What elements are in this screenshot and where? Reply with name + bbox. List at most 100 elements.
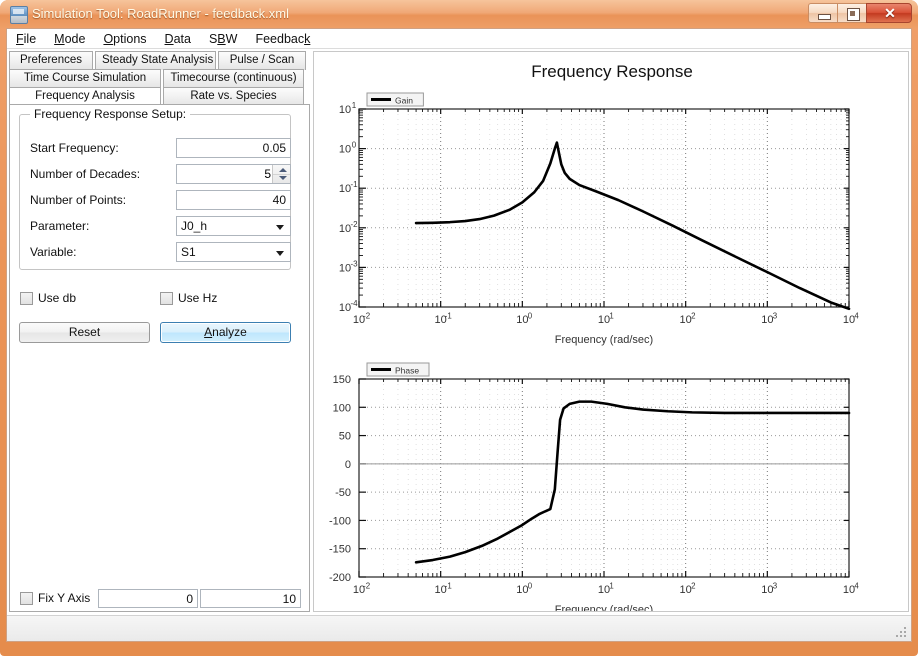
- svg-text:Phase: Phase: [395, 366, 419, 376]
- minimize-icon: [818, 14, 831, 20]
- tab-time-course-simulation[interactable]: Time Course Simulation: [9, 69, 161, 88]
- number-of-points-label: Number of Points:: [30, 193, 127, 207]
- svg-text:10: 10: [516, 584, 528, 596]
- close-button[interactable]: ✕: [866, 3, 912, 23]
- number-of-decades-stepper[interactable]: 5: [176, 164, 291, 184]
- frequency-response-setup-group: Frequency Response Setup: Start Frequenc…: [19, 107, 291, 270]
- fix-y-axis-checkbox[interactable]: [20, 592, 33, 605]
- parameter-label: Parameter:: [30, 219, 90, 233]
- svg-text:-2: -2: [350, 220, 358, 229]
- svg-text:10: 10: [516, 314, 528, 326]
- svg-text:Frequency (rad/sec): Frequency (rad/sec): [555, 604, 653, 611]
- svg-text:1: 1: [609, 311, 614, 320]
- svg-text:10: 10: [680, 584, 692, 596]
- svg-text:10: 10: [843, 314, 855, 326]
- svg-text:0: 0: [345, 459, 351, 471]
- svg-text:10: 10: [843, 584, 855, 596]
- svg-text:10: 10: [339, 223, 351, 235]
- minimize-button[interactable]: [808, 3, 837, 23]
- field-number-of-points: Number of Points: 40: [30, 190, 291, 212]
- reset-button[interactable]: Reset: [19, 322, 150, 343]
- svg-text:-4: -4: [350, 299, 358, 308]
- field-parameter: Parameter: J0_h: [30, 216, 291, 238]
- tab-strip: Preferences Steady State Analysis Pulse …: [9, 51, 310, 106]
- svg-text:3: 3: [773, 581, 778, 590]
- tab-timecourse-continuous[interactable]: Timecourse (continuous): [163, 69, 304, 88]
- menu-item-sbw[interactable]: SBW: [200, 30, 247, 48]
- parameter-value: J0_h: [181, 219, 208, 233]
- client-area: File Mode Options Data SBW Feedback Pref…: [6, 28, 912, 642]
- svg-text:Gain: Gain: [395, 96, 413, 106]
- svg-text:4: 4: [854, 311, 859, 320]
- start-frequency-input[interactable]: 0.05: [176, 138, 291, 158]
- svg-text:-100: -100: [329, 515, 351, 527]
- svg-text:-1: -1: [350, 180, 358, 189]
- chart-title: Frequency Response: [531, 62, 693, 81]
- svg-text:10: 10: [339, 302, 351, 314]
- close-icon: ✕: [884, 5, 896, 21]
- svg-text:0: 0: [528, 311, 533, 320]
- number-of-decades-value: 5: [264, 167, 271, 181]
- menu-item-feedback[interactable]: Feedback: [246, 30, 319, 48]
- svg-text:4: 4: [854, 581, 859, 590]
- menu-item-data[interactable]: Data: [156, 30, 200, 48]
- number-of-points-input[interactable]: 40: [176, 190, 291, 210]
- svg-text:10: 10: [339, 183, 351, 195]
- svg-text:10: 10: [339, 262, 351, 274]
- chart-panel: Frequency Response 10 -2 10 -1 10 0 10 1 10 2 10 3 1…: [313, 51, 909, 612]
- svg-text:150: 150: [333, 374, 351, 386]
- status-bar: [7, 615, 911, 641]
- svg-text:10: 10: [680, 314, 692, 326]
- use-db-checkbox[interactable]: [20, 292, 33, 305]
- svg-text:100: 100: [333, 402, 351, 414]
- menu-item-file[interactable]: File: [7, 30, 45, 48]
- svg-text:10: 10: [598, 584, 610, 596]
- application-window: Simulation Tool: RoadRunner - feedback.x…: [0, 0, 918, 656]
- left-panel: Preferences Steady State Analysis Pulse …: [9, 51, 310, 612]
- maximize-button[interactable]: [837, 3, 866, 23]
- tab-preferences[interactable]: Preferences: [9, 51, 93, 70]
- svg-text:-1: -1: [445, 311, 453, 320]
- svg-text:50: 50: [339, 431, 351, 443]
- svg-text:-3: -3: [350, 259, 358, 268]
- stepper-buttons[interactable]: [272, 165, 290, 183]
- svg-text:2: 2: [691, 311, 695, 320]
- variable-select[interactable]: S1: [176, 242, 291, 262]
- svg-text:10: 10: [761, 584, 773, 596]
- stepper-down-icon[interactable]: [273, 174, 290, 183]
- svg-text:0: 0: [352, 141, 357, 150]
- group-title: Frequency Response Setup:: [30, 107, 191, 121]
- menu-bar: File Mode Options Data SBW Feedback: [7, 29, 911, 49]
- maximize-icon: [847, 8, 860, 21]
- analyze-button[interactable]: Analyze: [160, 322, 291, 343]
- use-hz-checkbox[interactable]: [160, 292, 173, 305]
- svg-text:3: 3: [773, 311, 778, 320]
- app-icon: [10, 6, 28, 24]
- svg-text:1: 1: [352, 101, 357, 110]
- svg-text:-1: -1: [445, 581, 453, 590]
- chevron-down-icon: [276, 225, 284, 230]
- svg-text:1: 1: [609, 581, 614, 590]
- use-hz-label: Use Hz: [178, 291, 218, 305]
- svg-text:-50: -50: [335, 487, 351, 499]
- tab-steady-state-analysis[interactable]: Steady State Analysis: [95, 51, 216, 70]
- frequency-response-plots: 10-2 10-1 10 0 10 1 10 2 10 3 10 410 110 010 -110 -210-…: [329, 92, 859, 611]
- title-bar: Simulation Tool: RoadRunner - feedback.x…: [0, 0, 918, 28]
- number-of-decades-label: Number of Decades:: [30, 167, 141, 181]
- svg-text:0: 0: [528, 581, 533, 590]
- fix-y-axis-label: Fix Y Axis: [38, 591, 91, 605]
- tab-row-1: Preferences Steady State Analysis Pulse …: [9, 51, 308, 70]
- field-variable: Variable: S1: [30, 242, 291, 264]
- fix-y-axis-max-input[interactable]: 10: [200, 589, 301, 608]
- svg-text:-200: -200: [329, 572, 351, 584]
- svg-text:10: 10: [598, 314, 610, 326]
- tab-pulse-scan[interactable]: Pulse / Scan: [218, 51, 306, 70]
- fix-y-axis-min-input[interactable]: 0: [98, 589, 198, 608]
- parameter-select[interactable]: J0_h: [176, 216, 291, 236]
- svg-text:Frequency (rad/sec): Frequency (rad/sec): [555, 334, 653, 346]
- menu-item-mode[interactable]: Mode: [45, 30, 94, 48]
- window-title: Simulation Tool: RoadRunner - feedback.x…: [32, 6, 290, 21]
- menu-item-options[interactable]: Options: [94, 30, 155, 48]
- svg-text:-2: -2: [363, 311, 370, 320]
- resize-grip[interactable]: [896, 627, 908, 639]
